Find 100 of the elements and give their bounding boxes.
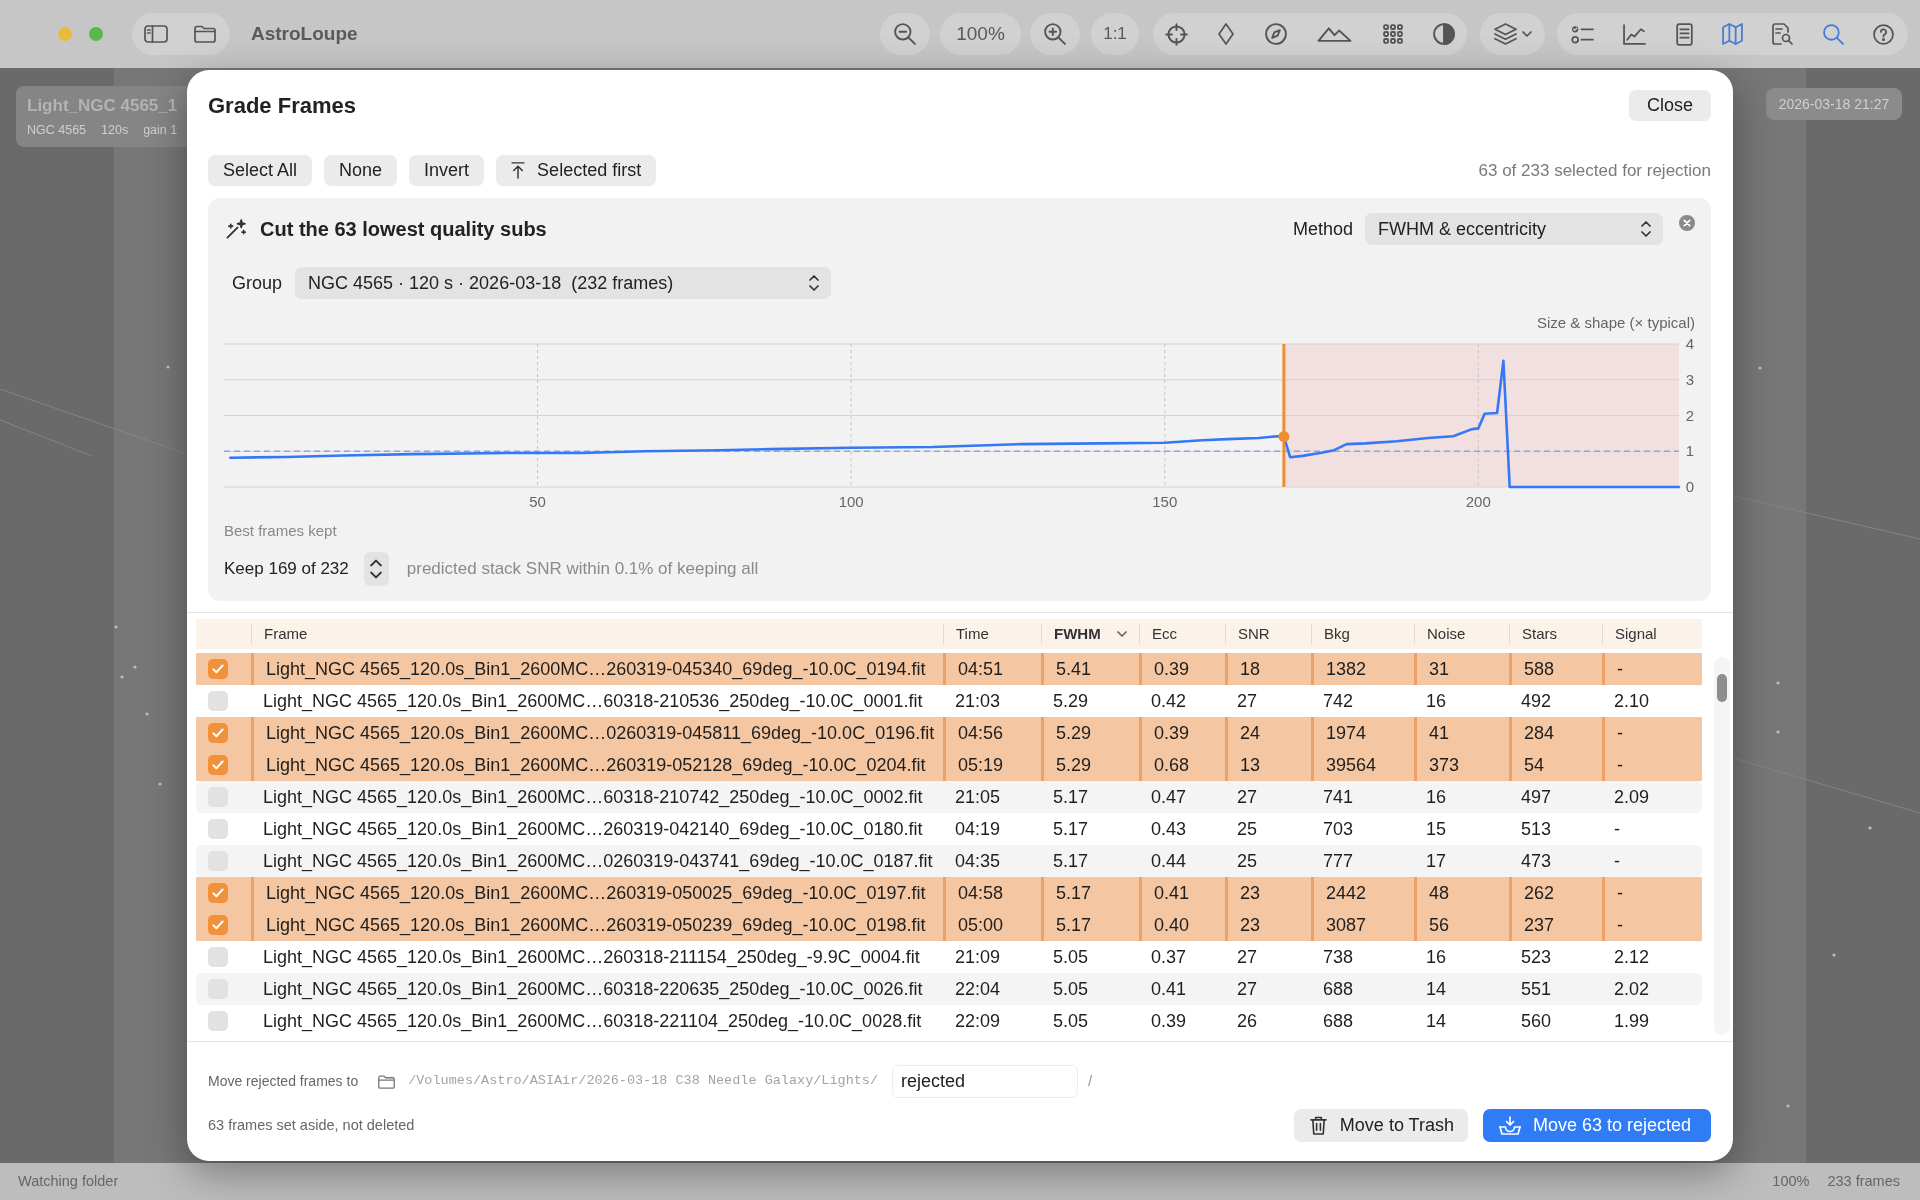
table-cell-text: Light_NGC 4565_120.0s_Bin1_2600MC…60318-210742_250deg_-10.0C_0002.fit [262, 785, 924, 810]
table-row[interactable]: Light_NGC 4565_120.0s_Bin1_2600MC…0260319-043741_69deg_-10.0C_0187.fit 04:35 5.17 0.44 25 777 17 473 - [196, 845, 1702, 877]
close-icon[interactable] [1679, 215, 1695, 231]
line-chart-icon[interactable] [1623, 23, 1647, 45]
checklist-icon[interactable] [1571, 24, 1594, 44]
contrast-icon[interactable] [1432, 23, 1455, 45]
column-header[interactable]: Ecc [1139, 624, 1225, 644]
column-header[interactable]: Frame [251, 624, 943, 644]
table-cell: - [1602, 909, 1702, 941]
compass-icon[interactable] [1264, 23, 1287, 45]
row-checkbox[interactable] [208, 691, 228, 711]
table-cell-text: Light_NGC 4565_120.0s_Bin1_2600MC…260319-042140_69deg_-10.0C_0180.fit [262, 817, 924, 842]
scrollbar-thumb[interactable] [1717, 674, 1727, 702]
table-cell-text: 14 [1425, 1009, 1448, 1033]
grid-icon[interactable] [1382, 24, 1403, 44]
table-cell: 04:51 [943, 653, 1041, 685]
table-cell-text: Light_NGC 4565_120.0s_Bin1_2600MC…260318-211154_250deg_-9.9C_0004.fit [262, 945, 921, 970]
zoom-in-button[interactable] [1030, 13, 1080, 55]
table-row[interactable]: Light_NGC 4565_120.0s_Bin1_2600MC…260319-052128_69deg_-10.0C_0204.fit 05:19 5.29 0.68 13 39564 373 54 - [196, 749, 1702, 781]
layers-icon [1493, 23, 1517, 45]
table-cell-text: 5.17 [1052, 849, 1090, 873]
tray-download-icon [1498, 1116, 1521, 1135]
row-checkbox[interactable] [208, 915, 228, 935]
close-button[interactable]: Close [1628, 89, 1711, 121]
table-cell-text: 2.12 [1613, 945, 1651, 969]
row-checkbox[interactable] [208, 723, 228, 743]
table-cell-text: 0.43 [1150, 817, 1188, 841]
crosshair-icon[interactable] [1165, 22, 1188, 46]
image-detail: gain 1 [143, 122, 178, 139]
zoom-out-button[interactable] [880, 13, 930, 55]
y-axis-label: 1 [1685, 442, 1695, 460]
row-checkbox[interactable] [208, 1011, 228, 1031]
method-select[interactable]: FWHM & eccentricity [1365, 213, 1663, 245]
search-icon[interactable] [1822, 23, 1844, 45]
app-title: AstroLoupe [251, 21, 358, 46]
table-row[interactable]: Light_NGC 4565_120.0s_Bin1_2600MC…260319-050239_69deg_-10.0C_0198.fit 05:00 5.17 0.40 23 3087 56 237 - [196, 909, 1702, 941]
column-header[interactable]: Stars [1509, 624, 1602, 644]
column-header[interactable]: Noise [1414, 624, 1509, 644]
row-checkbox[interactable] [208, 947, 228, 967]
table-cell-text: 551 [1520, 977, 1553, 1001]
row-checkbox[interactable] [208, 819, 228, 839]
document-icon[interactable] [1675, 22, 1693, 46]
table-cell-text: 523 [1520, 945, 1553, 969]
folder-name-field[interactable]: rejected [892, 1065, 1079, 1098]
table-cell-text: 473 [1520, 849, 1553, 873]
column-header[interactable]: Bkg [1311, 624, 1414, 644]
table-cell: 23 [1225, 909, 1311, 941]
folder-icon[interactable] [194, 25, 216, 43]
table-row[interactable]: Light_NGC 4565_120.0s_Bin1_2600MC…260319-045340_69deg_-10.0C_0194.fit 04:51 5.41 0.39 18 1382 31 588 - [196, 653, 1702, 685]
table-cell: 3087 [1311, 909, 1414, 941]
zoom-level: 100% [1772, 1171, 1810, 1191]
table-cell-text: 5.05 [1052, 945, 1090, 969]
path-separator: / [1088, 1071, 1093, 1092]
map-icon[interactable] [1722, 23, 1743, 45]
table-cell: 5.41 [1041, 653, 1139, 685]
keep-stepper[interactable] [363, 552, 389, 586]
table-row[interactable]: Light_NGC 4565_120.0s_Bin1_2600MC…0260319-045811_69deg_-10.0C_0196.fit 04:56 5.29 0.39 24 1974 41 284 - [196, 717, 1702, 749]
table-cell-text: 5.29 [1052, 689, 1090, 713]
table-cell-text: 14 [1425, 977, 1448, 1001]
column-header[interactable]: SNR [1225, 624, 1311, 644]
row-checkbox[interactable] [208, 755, 228, 775]
table-row[interactable]: Light_NGC 4565_120.0s_Bin1_2600MC…60318-220635_250deg_-10.0C_0026.fit 22:04 5.05 0.41 27 688 14 551 2.02 [196, 973, 1702, 1005]
row-checkbox[interactable] [208, 883, 228, 903]
table-cell-text: 497 [1520, 785, 1553, 809]
layers-button[interactable] [1480, 13, 1545, 55]
table-cell: 56 [1414, 909, 1509, 941]
y-axis-label: 4 [1685, 335, 1695, 352]
row-checkbox[interactable] [208, 659, 228, 679]
x-axis-label: 200 [1465, 493, 1491, 510]
selection-button[interactable]: Select All [208, 155, 313, 186]
column-header[interactable]: FWHM [1041, 624, 1139, 644]
selection-button[interactable]: None [324, 155, 398, 186]
method-label: Method [1292, 217, 1353, 241]
scrollbar-track[interactable] [1714, 657, 1730, 1035]
group-label: Group [232, 271, 283, 295]
group-select[interactable]: NGC 4565 · 120 s · 2026-03-18 (232 frames) [295, 267, 832, 299]
table-cell-text: 5.05 [1052, 977, 1090, 1001]
column-header[interactable]: Signal [1602, 624, 1702, 644]
move-to-folder-button[interactable]: Move 63 to rejected [1482, 1109, 1711, 1142]
column-header[interactable]: Time [943, 624, 1041, 644]
table-cell-text: 27 [1236, 689, 1259, 713]
actual-size-button[interactable]: 1:1 [1091, 13, 1139, 55]
y-axis-label: 2 [1685, 406, 1695, 424]
table-row[interactable]: Light_NGC 4565_120.0s_Bin1_2600MC…60318-210742_250deg_-10.0C_0002.fit 21:05 5.17 0.47 27 741 16 497 2.09 [196, 781, 1702, 813]
diamond-icon[interactable] [1218, 23, 1235, 45]
table-cell-text: 688 [1322, 1009, 1355, 1033]
selection-button[interactable]: Invert [409, 155, 485, 186]
cutoff-marker[interactable] [1278, 431, 1290, 443]
mountains-icon[interactable] [1317, 26, 1353, 42]
table-cell: Light_NGC 4565_120.0s_Bin1_2600MC…260319-045340_69deg_-10.0C_0194.fit [251, 653, 943, 685]
table-row[interactable]: Light_NGC 4565_120.0s_Bin1_2600MC…260319-050025_69deg_-10.0C_0197.fit 04:58 5.17 0.41 23 2442 48 262 - [196, 877, 1702, 909]
move-to-trash-button[interactable]: Move to Trash [1293, 1109, 1468, 1142]
sidebar-icon[interactable] [144, 25, 168, 43]
table-cell: 0.40 [1139, 909, 1225, 941]
selection-button[interactable]: Selected first [496, 155, 657, 186]
document-search-icon[interactable] [1772, 23, 1794, 45]
table-cell-text: 777 [1322, 849, 1355, 873]
help-icon[interactable] [1872, 23, 1894, 45]
zoom-level-button[interactable]: 100% [940, 13, 1021, 55]
table-cell-text: 1.99 [1613, 1009, 1651, 1033]
